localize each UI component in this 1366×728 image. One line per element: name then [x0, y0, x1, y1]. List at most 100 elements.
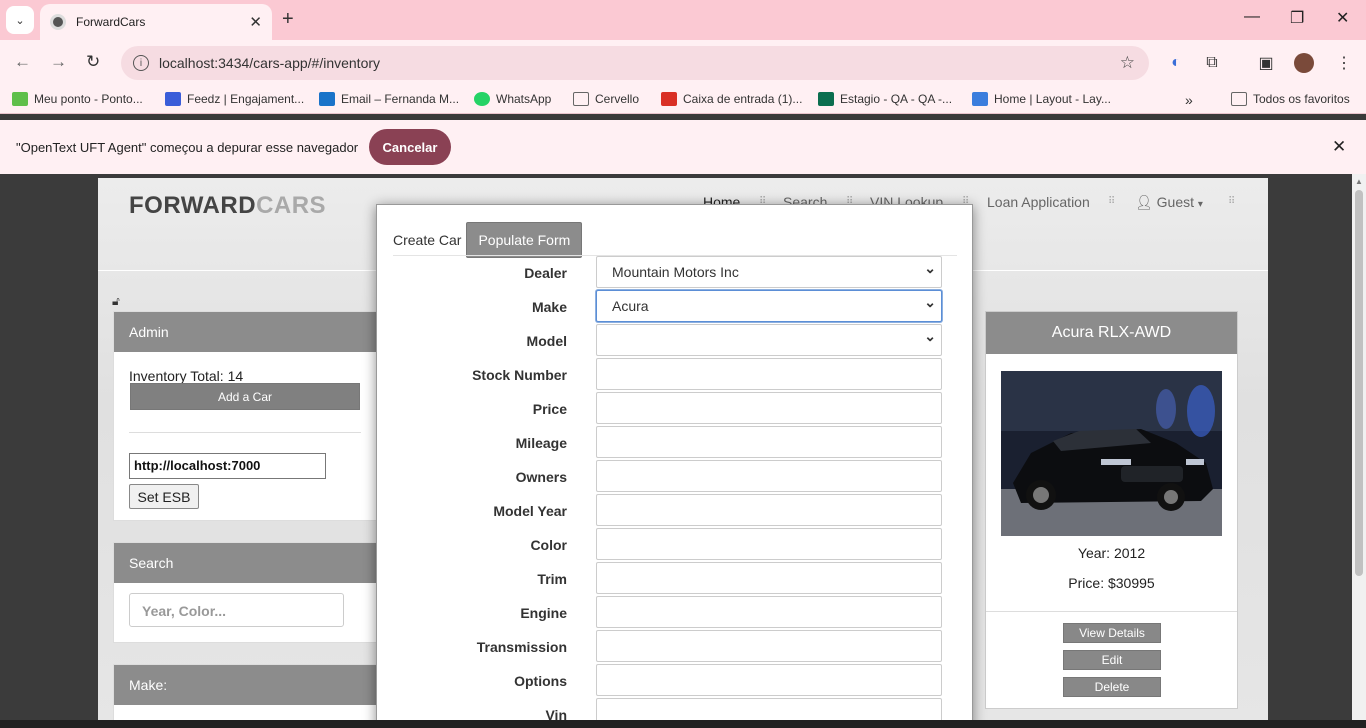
nav-separator-icon: ⠿ [1108, 196, 1115, 207]
extension-sync-icon[interactable]: ◐ [1166, 53, 1186, 73]
form-row-options: Options [377, 664, 974, 698]
bookmark-folder[interactable]: Cervello [573, 92, 639, 106]
car-price: Price: $30995 [1068, 575, 1155, 591]
bookmark-favicon-icon [165, 92, 181, 106]
address-url[interactable]: localhost:3434/cars-app/#/inventory [159, 55, 380, 71]
dealer-label: Dealer [524, 265, 567, 281]
bookmark-favicon-icon [818, 92, 834, 106]
set-esb-button[interactable]: Set ESB [129, 484, 199, 509]
unlock-icon[interactable]: 🔓︎ [112, 294, 120, 309]
tab-search-menu-button[interactable]: ⌄ [6, 6, 34, 34]
bookmark-favicon-icon [12, 92, 28, 106]
model-year-label: Model Year [493, 503, 567, 519]
inventory-total: Inventory Total: 14 [129, 368, 244, 384]
car-photo[interactable] [1001, 371, 1222, 536]
modal-tabs: Create Car Populate Form [393, 222, 583, 258]
window-close-icon[interactable]: ✕ [1336, 8, 1349, 28]
dealer-select[interactable]: Mountain Motors Inc [596, 256, 942, 288]
bookmark-favicon-icon [319, 92, 335, 106]
site-logo[interactable]: FORWARDCARS [129, 192, 326, 220]
tab-create-car[interactable]: Create Car [393, 232, 461, 248]
side-panel-icon[interactable]: ▣ [1256, 53, 1276, 73]
form-row-owners: Owners [377, 460, 974, 494]
extensions-puzzle-icon[interactable]: ⧉ [1202, 53, 1222, 73]
transmission-label: Transmission [476, 639, 567, 655]
all-bookmarks-folder[interactable]: Todos os favoritos [1231, 92, 1350, 106]
bookmarks-bar: Meu ponto - Ponto... Feedz | Engajament.… [0, 86, 1366, 114]
nav-guest-menu[interactable]: 👤︎ Guest ▾ [1135, 194, 1203, 211]
price-input[interactable] [596, 392, 942, 424]
browser-menu-icon[interactable]: ⋮ [1334, 53, 1354, 73]
page-scrollbar[interactable]: ▲ [1352, 174, 1366, 720]
cancel-debug-button[interactable]: Cancelar [369, 129, 451, 165]
model-select[interactable] [596, 324, 942, 356]
make-select[interactable]: Acura [596, 290, 942, 322]
bookmark-item[interactable]: Home | Layout - Lay... [972, 92, 1111, 106]
nav-loan-application[interactable]: Loan Application [987, 194, 1090, 210]
search-panel-title: Search [114, 543, 376, 583]
search-panel: Search Year, Color... [113, 542, 377, 643]
create-car-modal: Create Car Populate Form Dealer Mountain… [376, 204, 973, 728]
scroll-up-icon[interactable]: ▲ [1355, 177, 1363, 186]
car-card-divider [986, 611, 1237, 612]
caret-down-icon: ▾ [1197, 199, 1203, 210]
tab-close-icon[interactable]: ✕ [249, 13, 262, 31]
search-input[interactable]: Year, Color... [129, 593, 344, 627]
form-row-stock-number: Stock Number [377, 358, 974, 392]
owners-input[interactable] [596, 460, 942, 492]
engine-input[interactable] [596, 596, 942, 628]
stock-number-input[interactable] [596, 358, 942, 390]
form-row-mileage: Mileage [377, 426, 974, 460]
bookmark-star-icon[interactable]: ☆ [1120, 53, 1135, 73]
make-label: Make [531, 299, 567, 315]
browser-tab-forwardcars[interactable]: ForwardCars ✕ [40, 4, 272, 40]
address-bar[interactable]: i localhost:3434/cars-app/#/inventory ☆ [121, 46, 1149, 80]
site-info-icon[interactable]: i [133, 55, 149, 71]
delete-button[interactable]: Delete [1063, 677, 1161, 697]
car-title: Acura RLX-AWD [986, 312, 1237, 354]
bookmark-favicon-icon [972, 92, 988, 106]
form-row-price: Price [377, 392, 974, 426]
transmission-input[interactable] [596, 630, 942, 662]
make-panel: Make: [113, 664, 377, 720]
make-panel-title: Make: [114, 665, 376, 705]
minimize-icon[interactable]: — [1244, 8, 1260, 26]
nav-separator-icon: ⠿ [1228, 196, 1235, 207]
mileage-input[interactable] [596, 426, 942, 458]
reload-icon[interactable]: ↻ [86, 52, 100, 72]
form-row-dealer: Dealer Mountain Motors Inc [377, 256, 974, 290]
bookmark-item[interactable]: Meu ponto - Ponto... [12, 92, 143, 106]
model-label: Model [526, 333, 567, 349]
view-details-button[interactable]: View Details [1063, 623, 1161, 643]
add-car-button[interactable]: Add a Car [130, 383, 360, 410]
bookmark-item[interactable]: WhatsApp [474, 92, 551, 106]
new-tab-icon[interactable]: + [282, 8, 294, 31]
browser-toolbar: ← → ↻ i localhost:3434/cars-app/#/invent… [0, 40, 1366, 86]
debug-infobar: "OpenText UFT Agent" começou a depurar e… [0, 120, 1366, 174]
user-icon: 👤︎ [1135, 194, 1153, 210]
car-card: Acura RLX-AWD Year: 2012 Price: $30995 V… [985, 311, 1238, 709]
profile-avatar[interactable] [1294, 53, 1314, 73]
options-label: Options [514, 673, 567, 689]
bookmark-item[interactable]: Feedz | Engajament... [165, 92, 304, 106]
infobar-close-icon[interactable]: ✕ [1332, 137, 1346, 157]
more-bookmarks-icon[interactable]: » [1185, 92, 1193, 108]
restore-icon[interactable]: ❐ [1290, 8, 1304, 28]
form-row-model: Model [377, 324, 974, 358]
options-input[interactable] [596, 664, 942, 696]
car-year: Year: 2012 [1077, 545, 1146, 561]
back-icon[interactable]: ← [14, 52, 31, 72]
bookmark-item[interactable]: Estagio - QA - QA -... [818, 92, 952, 106]
edit-button[interactable]: Edit [1063, 650, 1161, 670]
esb-url-input[interactable]: http://localhost:7000 [129, 453, 326, 479]
forward-icon[interactable]: → [50, 52, 67, 72]
scrollbar-thumb[interactable] [1355, 190, 1363, 576]
trim-input[interactable] [596, 562, 942, 594]
model-year-input[interactable] [596, 494, 942, 526]
color-input[interactable] [596, 528, 942, 560]
populate-form-button[interactable]: Populate Form [466, 222, 583, 258]
admin-panel: Admin Inventory Total: 14 Add a Car http… [113, 311, 377, 521]
bookmark-item[interactable]: Caixa de entrada (1)... [661, 92, 802, 106]
folder-icon [573, 92, 589, 106]
bookmark-item[interactable]: Email – Fernanda M... [319, 92, 459, 106]
